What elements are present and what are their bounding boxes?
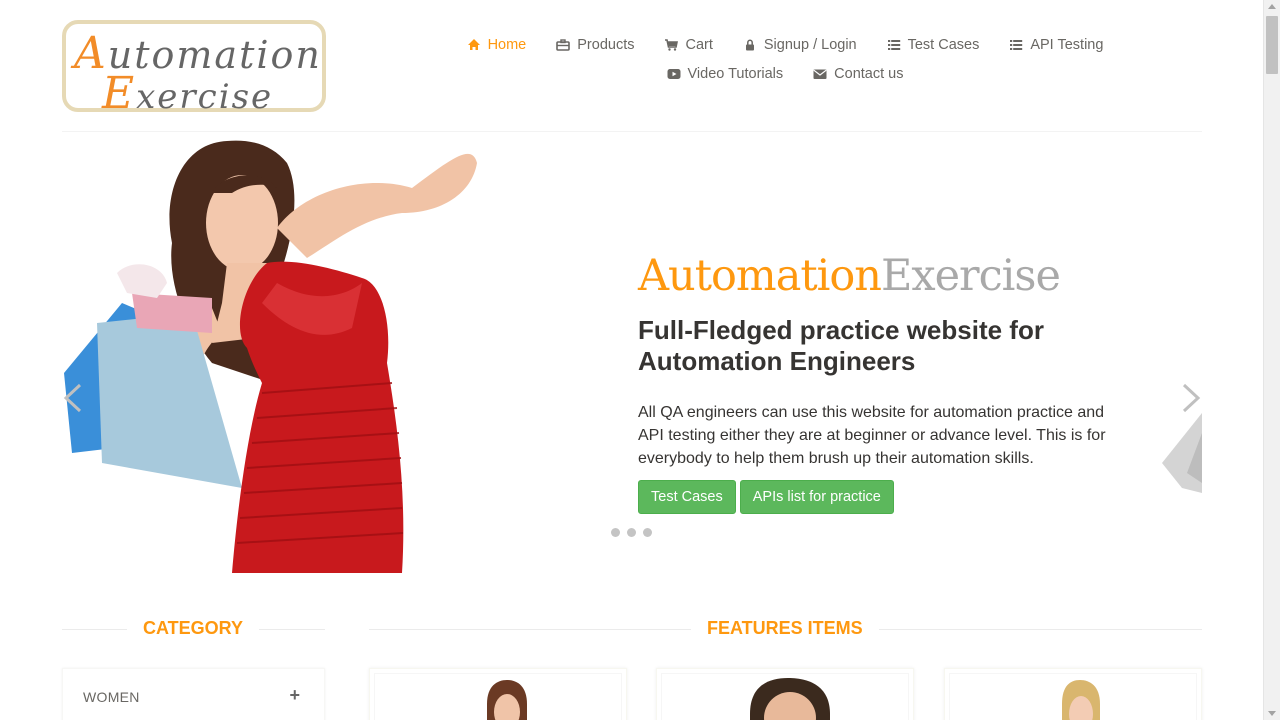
- page-scrollbar[interactable]: [1263, 0, 1280, 720]
- list-icon: [887, 39, 900, 50]
- product-image-wrapper: [661, 673, 909, 720]
- product-image: [1062, 680, 1100, 720]
- slide-description: All QA engineers can use this website fo…: [638, 404, 1106, 467]
- hero-carousel: AutomationExercise Full-Fledged practice…: [62, 133, 1202, 573]
- apis-list-button[interactable]: APIs list for practice: [739, 480, 894, 514]
- envelope-icon: [813, 69, 827, 79]
- nav-contact-us-label: Contact us: [834, 65, 904, 82]
- nav-home-label: Home: [487, 36, 527, 53]
- cart-icon: [665, 38, 679, 51]
- product-image-wrapper: [374, 673, 622, 720]
- next-slide-peek-image: [1162, 413, 1202, 493]
- expand-plus-icon[interactable]: +: [289, 685, 300, 706]
- product-image-wrapper: [949, 673, 1197, 720]
- scrollbar-thumb[interactable]: [1266, 16, 1278, 74]
- product-image: [750, 678, 830, 720]
- nav-video-tutorials[interactable]: Video Tutorials: [667, 65, 784, 82]
- scroll-down-arrow-icon[interactable]: [1268, 711, 1276, 716]
- scroll-up-arrow-icon[interactable]: [1268, 4, 1276, 9]
- nav-test-cases-label: Test Cases: [907, 36, 980, 53]
- test-cases-button[interactable]: Test Cases: [638, 480, 736, 514]
- nav-video-tutorials-label: Video Tutorials: [687, 65, 784, 82]
- slide-headline: Full-Fledged practice website for Automa…: [638, 315, 1044, 376]
- carousel-indicator[interactable]: [643, 528, 652, 537]
- nav-products-label: Products: [577, 36, 635, 53]
- nav-cart-label: Cart: [685, 36, 713, 53]
- carousel-prev-chevron-icon[interactable]: [62, 383, 84, 413]
- carousel-next-chevron-icon[interactable]: [1180, 383, 1202, 413]
- nav-row-1: Home Products Cart Signup / Login Test C…: [450, 30, 1120, 59]
- youtube-play-icon: [667, 68, 680, 79]
- category-title: CATEGORY: [127, 618, 260, 639]
- nav-test-cases[interactable]: Test Cases: [887, 36, 980, 53]
- carousel-indicator[interactable]: [611, 528, 620, 537]
- nav-api-testing-label: API Testing: [1030, 36, 1104, 53]
- nav-api-testing[interactable]: API Testing: [1009, 37, 1103, 53]
- nav-home[interactable]: Home: [467, 36, 527, 53]
- nav-signup-login[interactable]: Signup / Login: [743, 37, 857, 53]
- logo-line-2: Exercise: [102, 68, 273, 119]
- product-card: [656, 668, 914, 720]
- carousel-indicators: [611, 528, 652, 537]
- nav-products[interactable]: Products: [556, 37, 634, 53]
- hero-model-image: [64, 140, 477, 573]
- slide-buttons: Test Cases APIs list for practice: [638, 480, 1138, 514]
- slide-brand-title: AutomationExercise: [638, 251, 1138, 301]
- product-card: [944, 668, 1202, 720]
- category-panel: WOMEN +: [62, 668, 325, 720]
- list-icon: [1010, 39, 1023, 50]
- brand-part-automation: Automation: [638, 251, 882, 301]
- header-divider: [62, 131, 1202, 132]
- lock-icon: [745, 39, 754, 50]
- logo-initial-e: E: [102, 68, 137, 119]
- nav-signup-login-label: Signup / Login: [763, 36, 857, 53]
- nav-row-2: Video Tutorials Contact us: [450, 59, 1120, 88]
- carousel-indicator[interactable]: [627, 528, 636, 537]
- category-women[interactable]: WOMEN: [83, 689, 140, 705]
- main-nav: Home Products Cart Signup / Login Test C…: [450, 30, 1120, 88]
- briefcase-icon: [556, 38, 571, 51]
- product-image: [487, 680, 527, 720]
- nav-cart[interactable]: Cart: [664, 36, 713, 53]
- features-title: FEATURES ITEMS: [691, 618, 879, 639]
- brand-part-exercise: Exercise: [880, 251, 1061, 301]
- nav-contact-us[interactable]: Contact us: [813, 66, 903, 82]
- carousel-caption: AutomationExercise Full-Fledged practice…: [638, 251, 1138, 514]
- site-logo[interactable]: Automation Exercise: [62, 20, 326, 119]
- logo-word-exercise: xercise: [136, 77, 274, 117]
- home-icon: [467, 38, 480, 50]
- product-card: [369, 668, 627, 720]
